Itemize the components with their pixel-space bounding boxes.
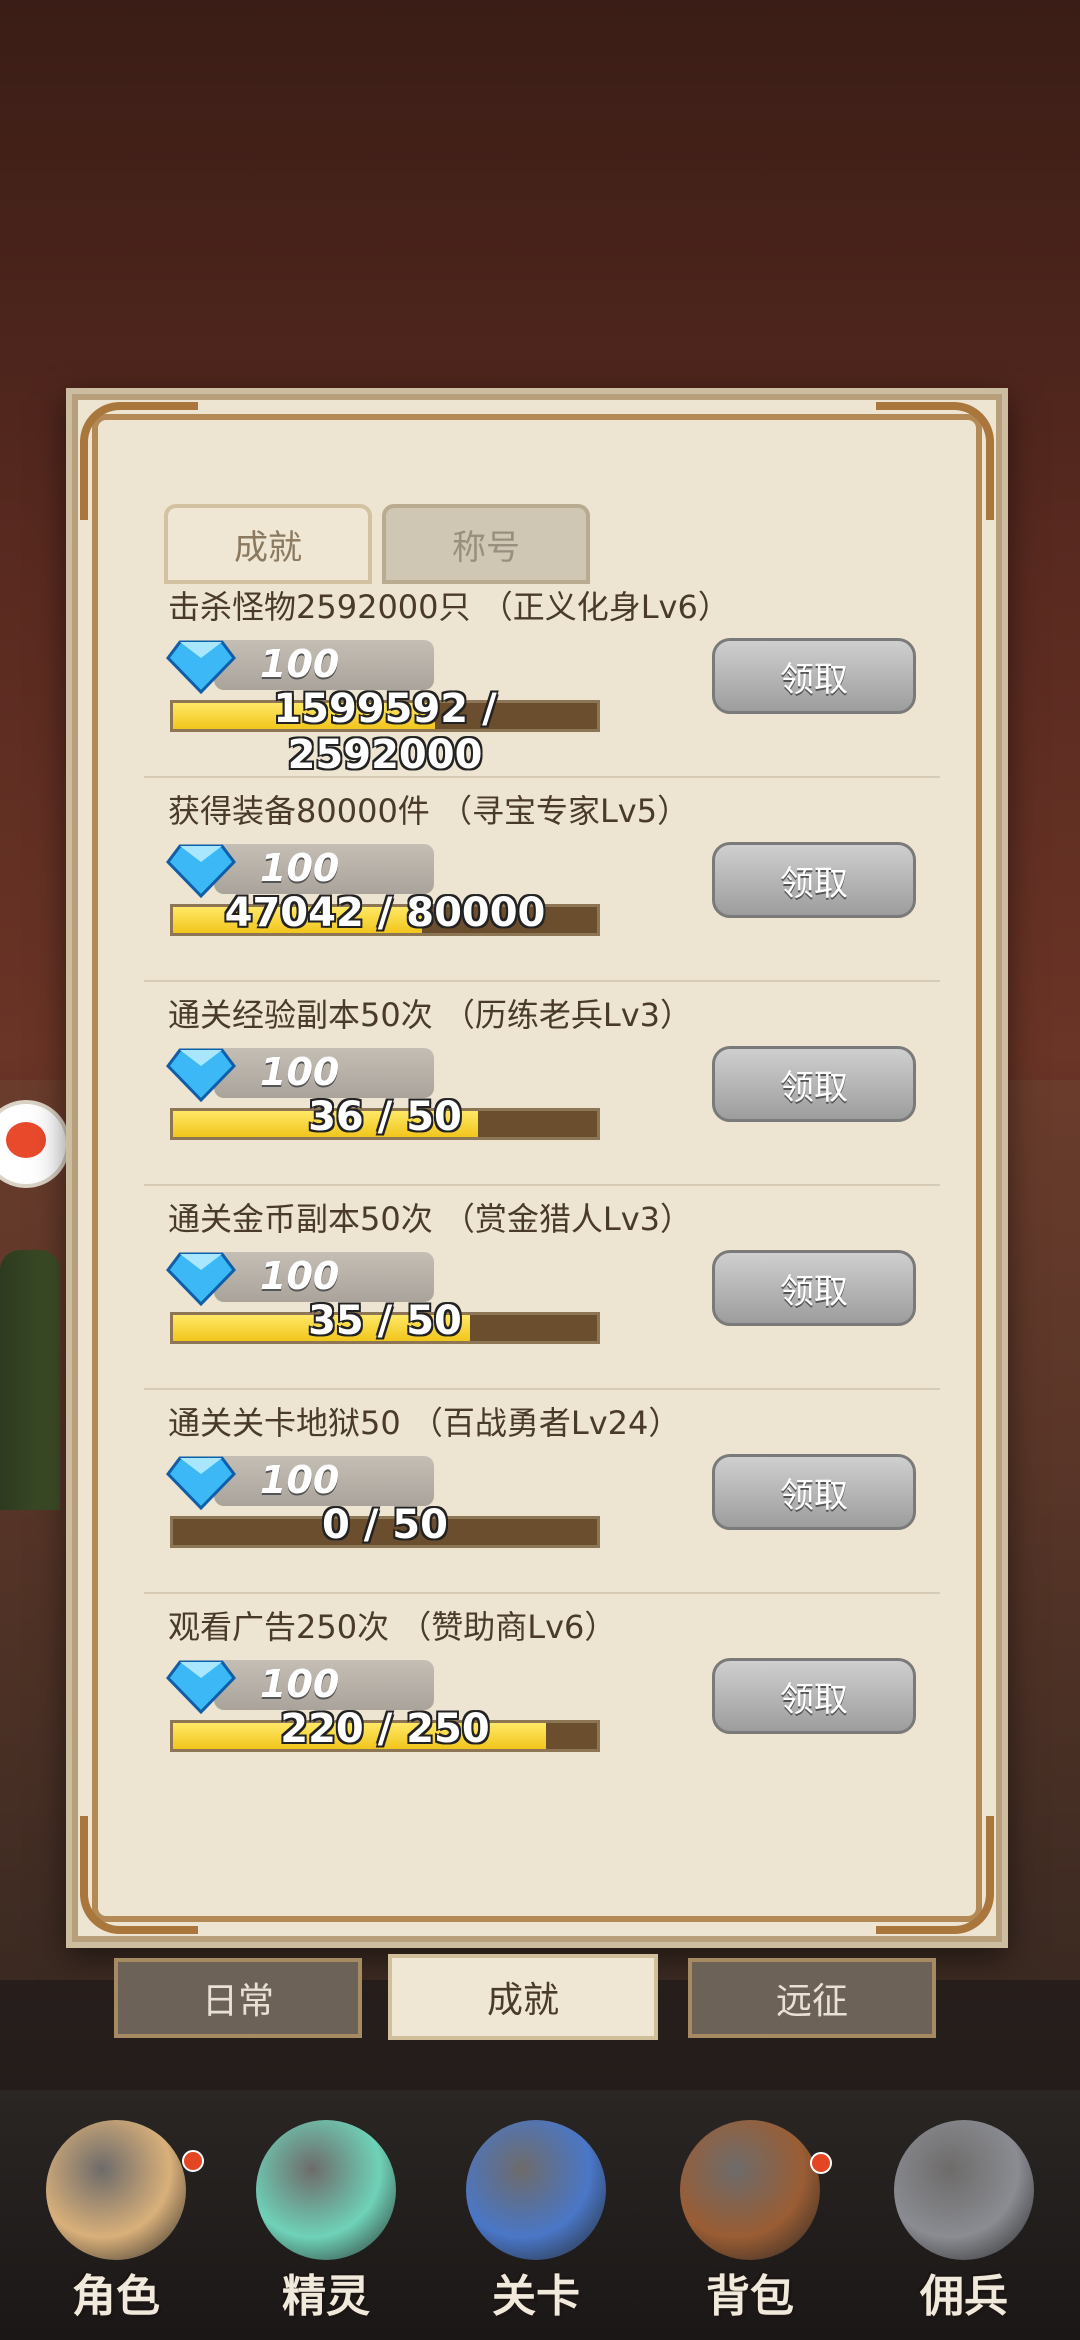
nav-item-backpack[interactable]: 背包 bbox=[650, 2120, 850, 2340]
progress-text: 35 / 50 bbox=[308, 1298, 462, 1344]
progress-text: 0 / 50 bbox=[322, 1502, 448, 1548]
nav-label: 精灵 bbox=[282, 2271, 370, 2322]
claim-button[interactable]: 领取 bbox=[712, 1658, 916, 1734]
backpack-icon bbox=[680, 2120, 820, 2260]
background-cactus bbox=[0, 1250, 60, 1510]
reward-amount: 100 bbox=[260, 1458, 340, 1502]
achievement-title: 通关金币副本50次 （赏金猎人Lv3） bbox=[168, 1200, 693, 1238]
nav-item-mercenary[interactable]: 佣兵 bbox=[864, 2120, 1064, 2340]
knight-helmet-icon bbox=[894, 2120, 1034, 2260]
claim-button[interactable]: 领取 bbox=[712, 638, 916, 714]
achievement-row: 通关金币副本50次 （赏金猎人Lv3） 100 35 / 50 领取 bbox=[144, 1186, 940, 1390]
notification-dot bbox=[182, 2150, 204, 2172]
nav-label: 关卡 bbox=[492, 2271, 580, 2322]
tab-titles[interactable]: 称号 bbox=[382, 504, 590, 584]
nav-label: 佣兵 bbox=[920, 2271, 1008, 2322]
ornament-corner bbox=[876, 402, 994, 520]
progress-text: 36 / 50 bbox=[308, 1094, 462, 1140]
progress-text: 1599592 / 2592000 bbox=[273, 686, 497, 778]
achievement-title: 通关经验副本50次 （历练老兵Lv3） bbox=[168, 996, 693, 1034]
achievement-row: 获得装备80000件 （寻宝专家Lv5） 100 47042 / 80000 领… bbox=[144, 778, 940, 982]
section-tab-achievements[interactable]: 成就 bbox=[388, 1954, 658, 2040]
achievement-panel: 成就 称号 击杀怪物2592000只 （正义化身Lv6） 100 1599592… bbox=[66, 388, 1008, 1948]
achievement-list[interactable]: 击杀怪物2592000只 （正义化身Lv6） 100 1599592 / 259… bbox=[144, 574, 940, 1796]
claim-button[interactable]: 领取 bbox=[712, 1046, 916, 1122]
slime-spirit-icon bbox=[256, 2120, 396, 2260]
achievement-title: 获得装备80000件 （寻宝专家Lv5） bbox=[168, 792, 690, 830]
progress-text: 47042 / 80000 bbox=[224, 890, 546, 936]
progress-text: 220 / 250 bbox=[280, 1706, 490, 1752]
nav-label: 角色 bbox=[72, 2271, 160, 2322]
achievement-title: 击杀怪物2592000只 （正义化身Lv6） bbox=[168, 588, 730, 626]
achievement-title: 观看广告250次 （赞助商Lv6） bbox=[168, 1608, 617, 1646]
crossed-swords-icon bbox=[466, 2120, 606, 2260]
hero-portrait-icon bbox=[46, 2120, 186, 2260]
reward-amount: 100 bbox=[260, 846, 340, 890]
section-tab-expedition[interactable]: 远征 bbox=[688, 1958, 936, 2038]
achievement-row: 观看广告250次 （赞助商Lv6） 100 220 / 250 领取 bbox=[144, 1594, 940, 1796]
ornament-corner bbox=[876, 1816, 994, 1934]
nav-item-spirit[interactable]: 精灵 bbox=[226, 2120, 426, 2340]
nav-item-stages[interactable]: 关卡 bbox=[436, 2120, 636, 2340]
achievement-title: 通关关卡地狱50 （百战勇者Lv24） bbox=[168, 1404, 681, 1442]
section-tab-daily[interactable]: 日常 bbox=[114, 1958, 362, 2038]
claim-button[interactable]: 领取 bbox=[712, 842, 916, 918]
nav-item-hero[interactable]: 角色 bbox=[16, 2120, 216, 2340]
reward-amount: 100 bbox=[260, 1662, 340, 1706]
reward-amount: 100 bbox=[260, 642, 340, 686]
claim-button[interactable]: 领取 bbox=[712, 1454, 916, 1530]
nav-label: 背包 bbox=[706, 2271, 794, 2322]
ornament-corner bbox=[80, 1816, 198, 1934]
achievement-row: 通关关卡地狱50 （百战勇者Lv24） 100 0 / 50 领取 bbox=[144, 1390, 940, 1594]
achievement-row: 击杀怪物2592000只 （正义化身Lv6） 100 1599592 / 259… bbox=[144, 574, 940, 778]
notification-dot bbox=[810, 2152, 832, 2174]
claim-button[interactable]: 领取 bbox=[712, 1250, 916, 1326]
reward-amount: 100 bbox=[260, 1254, 340, 1298]
achievement-row: 通关经验副本50次 （历练老兵Lv3） 100 36 / 50 领取 bbox=[144, 982, 940, 1186]
reward-amount: 100 bbox=[260, 1050, 340, 1094]
tab-achievements[interactable]: 成就 bbox=[164, 504, 372, 584]
ornament-corner bbox=[80, 402, 198, 520]
